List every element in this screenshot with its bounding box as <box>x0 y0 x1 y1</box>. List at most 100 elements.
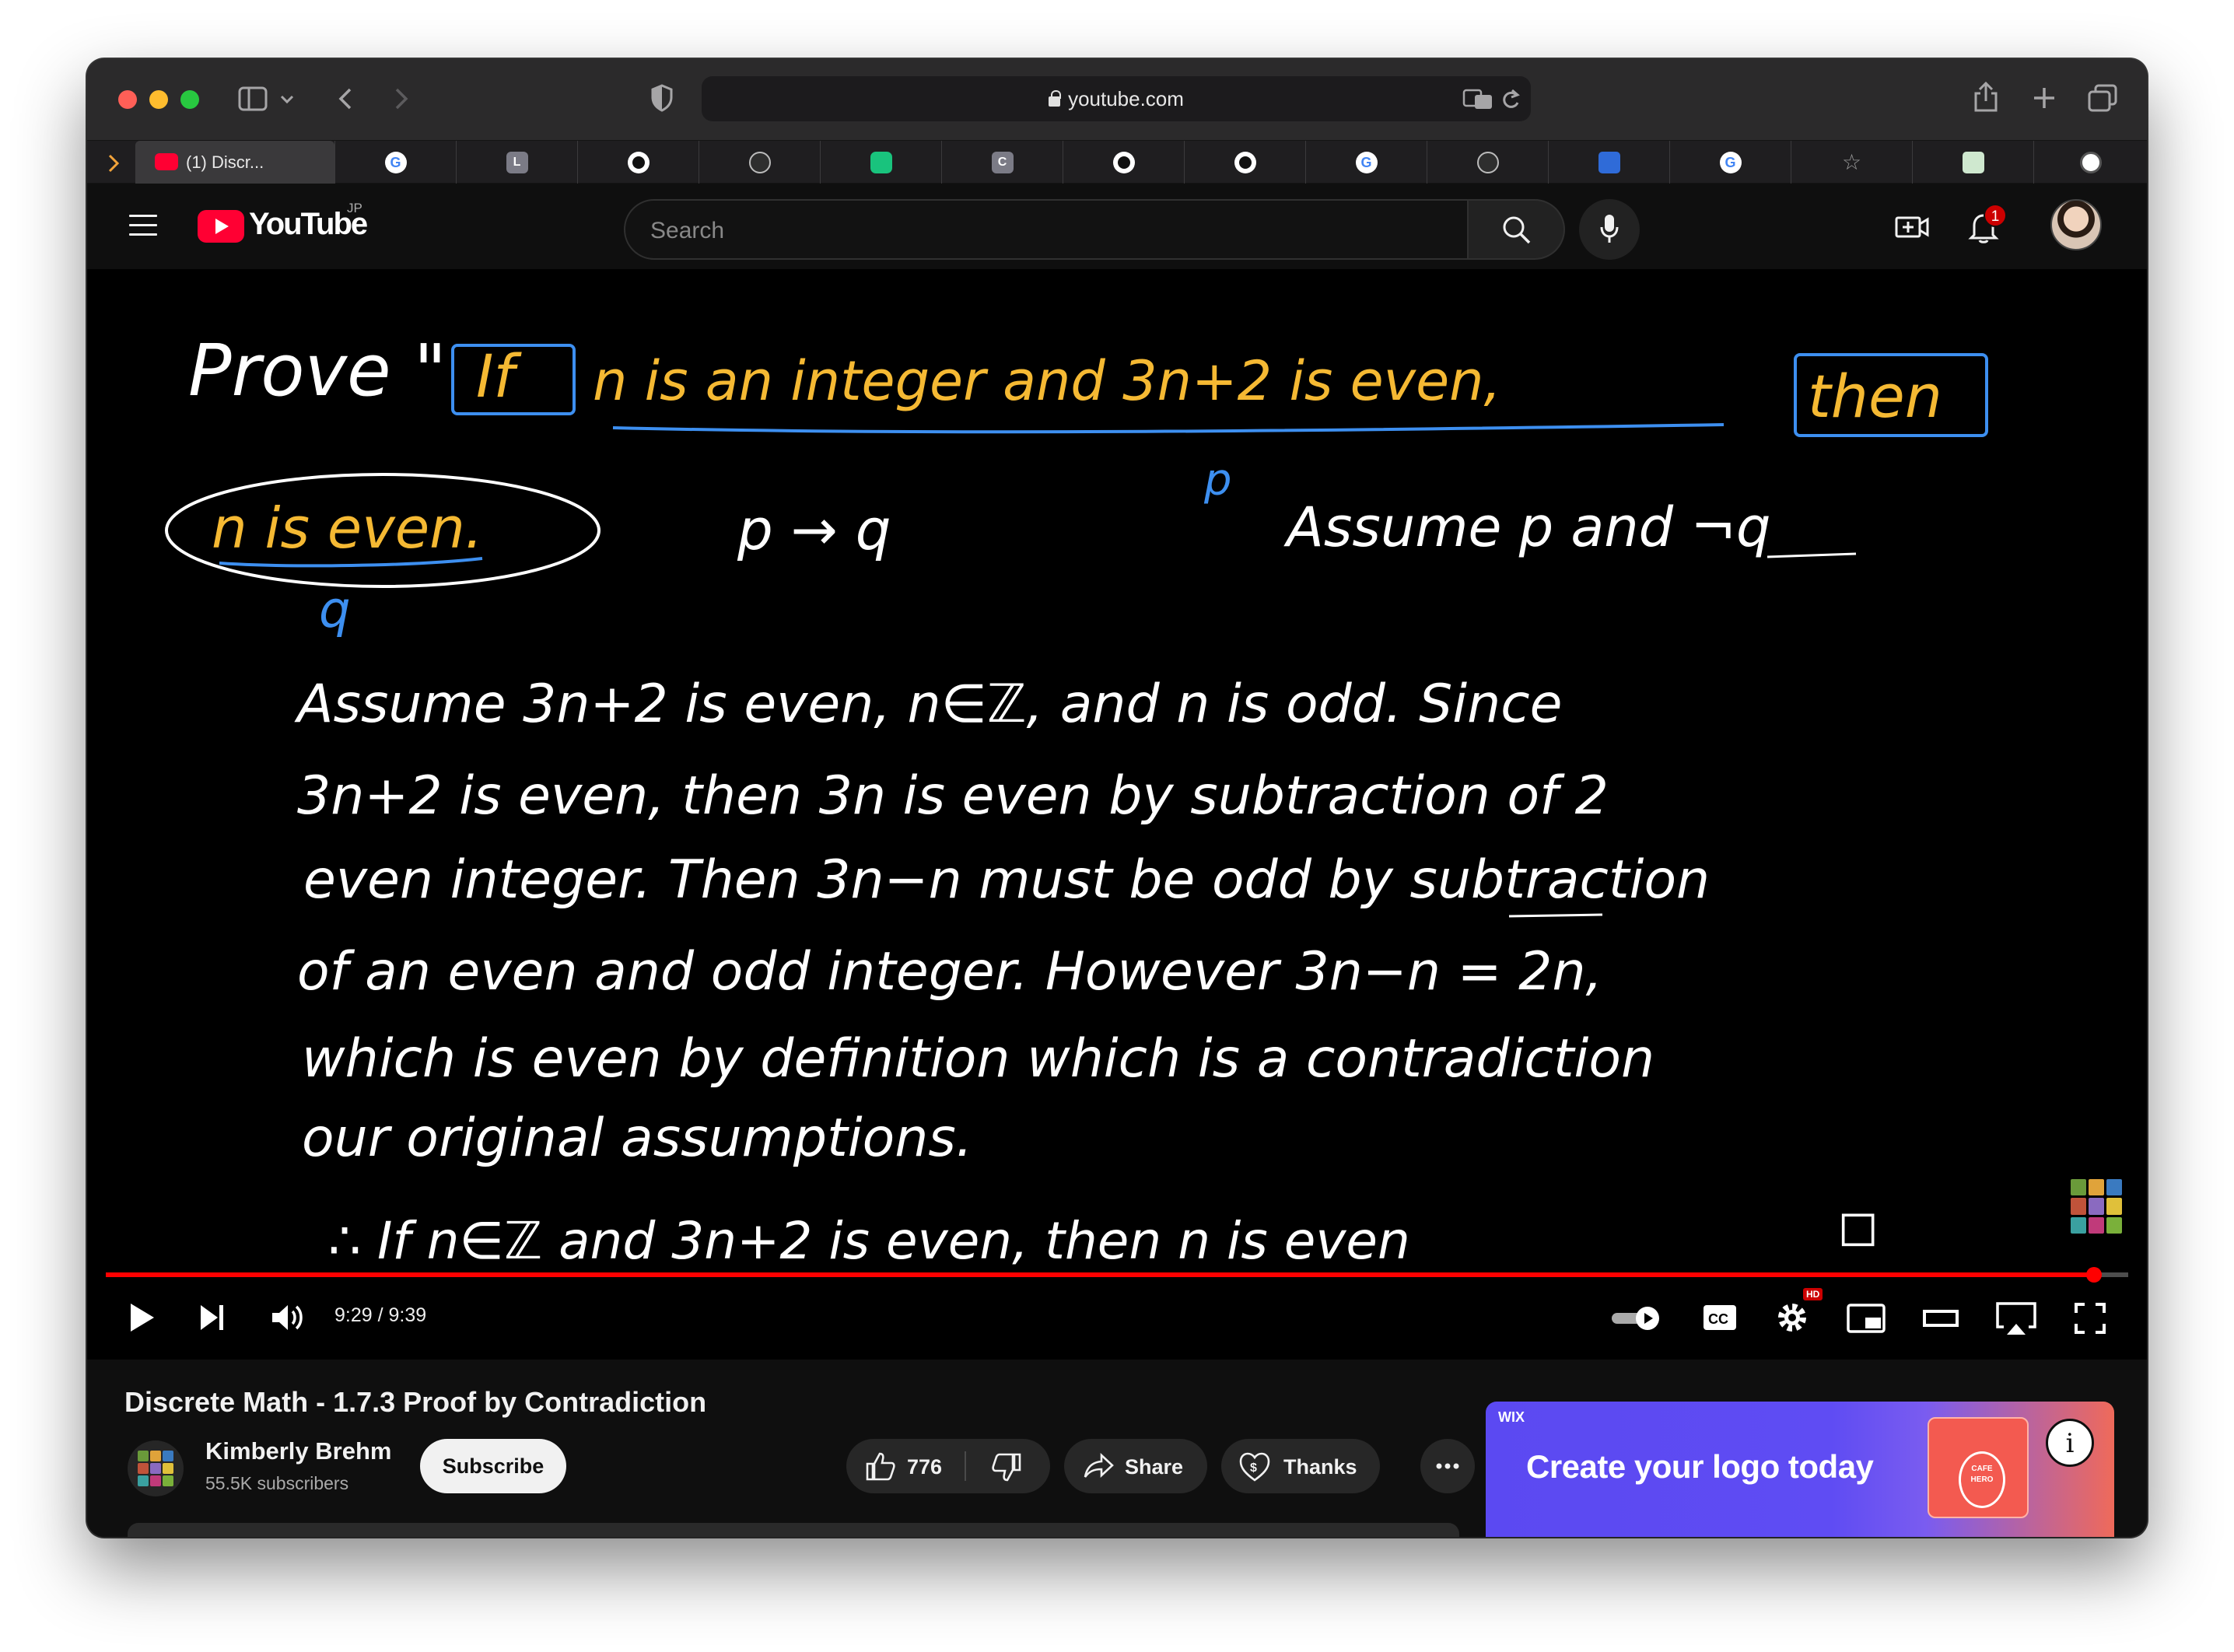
thanks-label: Thanks <box>1283 1455 1357 1479</box>
youtube-logo-icon[interactable] <box>198 210 244 243</box>
back-icon[interactable] <box>338 87 353 110</box>
zoom-window-button[interactable] <box>180 90 199 109</box>
voice-search-button[interactable] <box>1579 199 1640 260</box>
tab-c[interactable]: C <box>941 141 1063 184</box>
next-video-icon[interactable] <box>199 1304 226 1332</box>
like-icon[interactable] <box>865 1451 896 1481</box>
privacy-shield-icon[interactable] <box>650 84 674 112</box>
reload-icon[interactable] <box>1500 88 1521 111</box>
board-para-line-4: of an even and odd integer. However 3n−n… <box>297 941 1602 1003</box>
board-p-label: p <box>1203 455 1232 506</box>
hypothesis-underline <box>612 423 1725 434</box>
tab-overview-icon[interactable] <box>2088 84 2117 112</box>
svg-text:CC: CC <box>1708 1311 1728 1327</box>
create-video-icon[interactable] <box>1895 212 1929 243</box>
tab-github-3[interactable] <box>1184 141 1305 184</box>
tab-cube[interactable] <box>1548 141 1669 184</box>
board-para-line-3: even integer. Then 3n−n must be odd by s… <box>303 849 1710 911</box>
region-code: JP <box>347 201 362 215</box>
share-button[interactable]: Share <box>1064 1439 1207 1493</box>
address-bar[interactable]: youtube.com <box>702 76 1531 121</box>
fullscreen-icon[interactable] <box>2074 1302 2106 1335</box>
channel-watermark[interactable] <box>2071 1179 2122 1234</box>
menu-icon[interactable] <box>129 215 157 236</box>
tab-chatgpt[interactable] <box>820 141 941 184</box>
openai-favicon-icon <box>748 152 771 173</box>
search-placeholder: Search <box>650 218 725 243</box>
board-if-text: If <box>476 341 522 411</box>
tab-github-2[interactable] <box>1063 141 1184 184</box>
github-favicon-icon <box>1112 152 1135 173</box>
ad-banner[interactable]: WIX Create your logo today i <box>1486 1402 2114 1537</box>
autoplay-toggle-icon[interactable] <box>1610 1305 1665 1332</box>
tab-title: (1) Discr... <box>186 152 264 172</box>
minimize-window-button[interactable] <box>149 90 168 109</box>
tab-google-1[interactable]: G <box>334 141 456 184</box>
settings-gear-icon[interactable] <box>1775 1300 1809 1335</box>
hd-badge: HD <box>1803 1288 1823 1300</box>
board-p-implies-q: p → q <box>737 497 891 562</box>
openai-favicon-icon <box>1476 152 1499 173</box>
subscriber-count: 55.5K subscribers <box>205 1473 349 1493</box>
microphone-icon <box>1600 215 1619 243</box>
tab-grammarly[interactable] <box>2033 141 2147 184</box>
channel-name[interactable]: Kimberly Brehm <box>205 1437 391 1465</box>
search-icon <box>1503 216 1531 244</box>
tab-openai-1[interactable] <box>699 141 820 184</box>
search-button[interactable] <box>1469 199 1565 260</box>
more-actions-button[interactable] <box>1420 1439 1475 1493</box>
youtube-favicon-icon <box>155 153 178 170</box>
airplay-icon[interactable] <box>1994 1300 2038 1336</box>
tab-l[interactable]: L <box>456 141 577 184</box>
board-prove-text: Prove " <box>188 329 446 412</box>
thanks-heart-icon: $ <box>1239 1452 1270 1482</box>
lock-icon <box>1049 90 1062 107</box>
cube-favicon-icon <box>1598 152 1620 173</box>
tab-google-2[interactable]: G <box>1305 141 1427 184</box>
play-icon[interactable] <box>128 1302 156 1333</box>
star-icon: ☆ <box>1841 149 1862 175</box>
subscribe-button[interactable]: Subscribe <box>420 1439 566 1493</box>
theater-mode-icon[interactable] <box>1923 1308 1959 1328</box>
sidebar-icon[interactable] <box>238 86 269 112</box>
tab-github-1[interactable] <box>577 141 699 184</box>
share-icon[interactable] <box>1973 81 1999 114</box>
close-window-button[interactable] <box>118 90 137 109</box>
tab-bookmark[interactable]: ☆ <box>1791 141 1912 184</box>
letter-c-favicon-icon: C <box>991 152 1014 173</box>
channel-avatar[interactable] <box>128 1440 184 1496</box>
chevron-down-icon[interactable] <box>280 95 294 104</box>
tab-openai-2[interactable] <box>1427 141 1548 184</box>
dislike-icon[interactable] <box>991 1453 1022 1482</box>
pinned-tab-icon[interactable] <box>107 153 120 173</box>
tab-bar: (1) Discr... G L C G G ☆ <box>87 140 2147 184</box>
volume-icon[interactable] <box>271 1302 305 1333</box>
new-tab-icon[interactable] <box>2032 86 2057 110</box>
ad-brand: WIX <box>1498 1409 1525 1425</box>
google-favicon-icon: G <box>1719 152 1742 173</box>
captions-icon[interactable]: CC <box>1702 1304 1738 1332</box>
svg-text:$: $ <box>1250 1461 1257 1475</box>
tab-green[interactable] <box>1912 141 2033 184</box>
like-separator <box>965 1451 966 1481</box>
board-hypothesis-text: n is an integer and 3n+2 is even, <box>593 349 1501 413</box>
grammarly-favicon-icon <box>2079 152 2102 173</box>
search-input[interactable]: Search <box>624 199 1469 260</box>
google-favicon-icon: G <box>1355 152 1378 173</box>
tab-google-3[interactable]: G <box>1669 141 1791 184</box>
miniplayer-icon[interactable] <box>1847 1304 1886 1333</box>
thanks-button[interactable]: $ Thanks <box>1221 1439 1380 1493</box>
board-para-line-2: 3n+2 is even, then 3n is even by subtrac… <box>297 765 1609 827</box>
translate-icon[interactable] <box>1462 89 1493 110</box>
green-app-favicon-icon <box>1962 152 1984 173</box>
description-box[interactable] <box>128 1523 1459 1537</box>
share-arrow-icon <box>1084 1453 1114 1478</box>
ad-info-icon[interactable]: i <box>2046 1419 2094 1467</box>
github-favicon-icon <box>1234 152 1256 173</box>
odd-underline <box>1508 913 1603 918</box>
forward-icon[interactable] <box>394 87 409 110</box>
video-player[interactable]: Prove " If n is an integer and 3n+2 is e… <box>87 269 2147 1360</box>
user-avatar[interactable] <box>2050 199 2102 250</box>
board-conclusion-text: n is even. <box>212 495 483 561</box>
tab-youtube-active[interactable]: (1) Discr... <box>135 141 334 184</box>
